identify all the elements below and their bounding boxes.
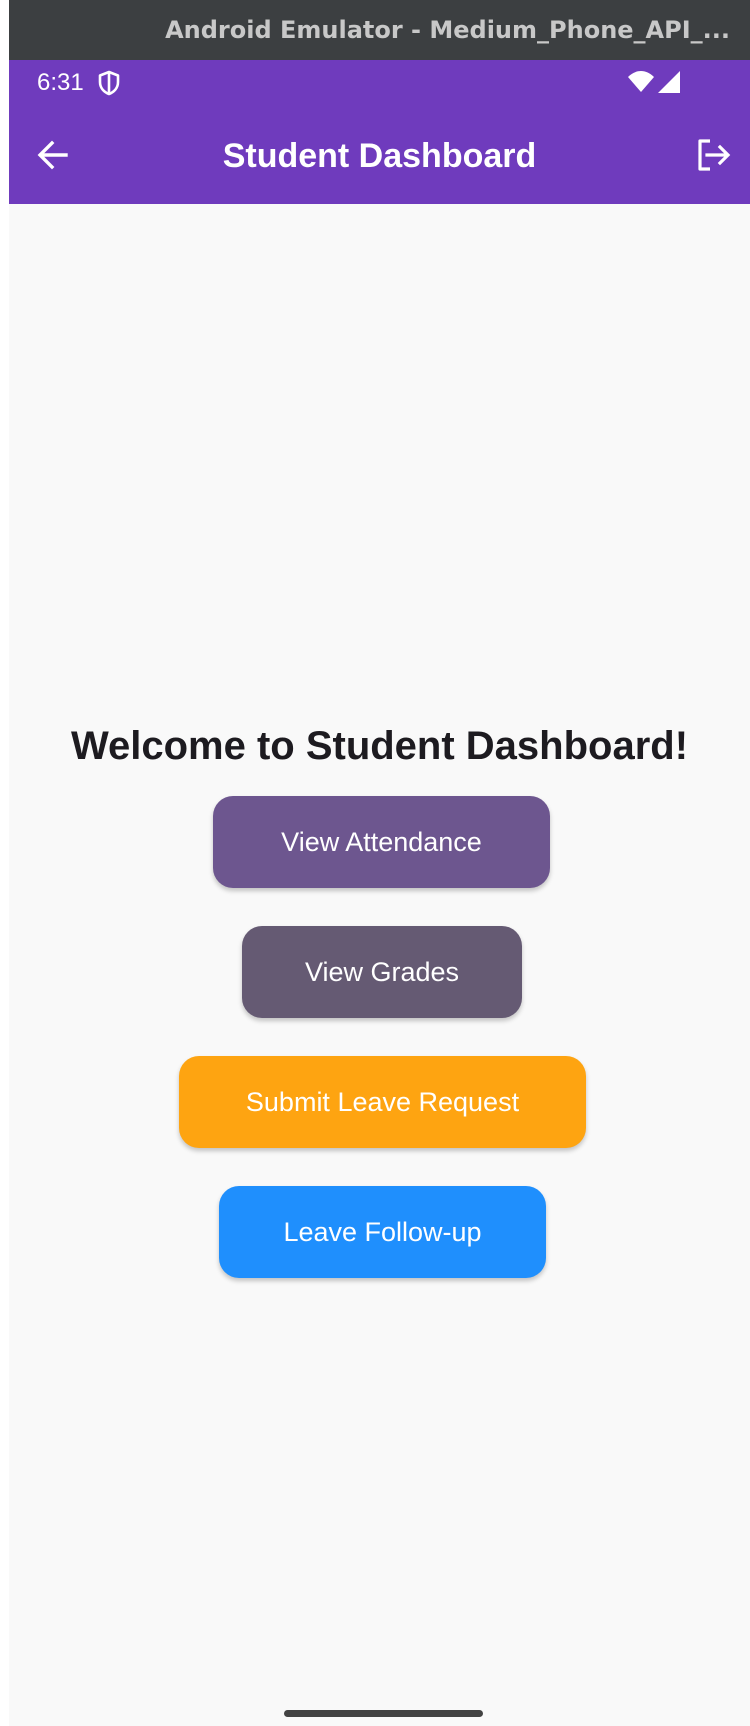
logout-icon — [698, 139, 731, 171]
leave-follow-up-button[interactable]: Leave Follow-up — [219, 1186, 546, 1278]
status-time: 6:31 — [37, 69, 84, 96]
wifi-icon — [628, 71, 654, 92]
status-bar: 6:31 — [9, 60, 750, 106]
emulator-title: Android Emulator - Medium_Phone_API_... — [165, 16, 730, 44]
app-bar: Student Dashboard — [9, 106, 750, 204]
logout-button[interactable] — [689, 131, 737, 179]
view-grades-button[interactable]: View Grades — [242, 926, 522, 1018]
shield-icon — [98, 70, 120, 96]
page-title: Student Dashboard — [222, 137, 537, 175]
screen-frame: Android Emulator - Medium_Phone_API_... … — [0, 0, 750, 1726]
emulator-title-bar: Android Emulator - Medium_Phone_API_... — [9, 0, 750, 60]
welcome-heading: Welcome to Student Dashboard! — [70, 724, 689, 768]
home-indicator[interactable] — [284, 1710, 483, 1717]
phone-screen: 6:31 Student Dashboard Welcome to Studen… — [9, 60, 750, 1726]
view-attendance-button[interactable]: View Attendance — [213, 796, 550, 888]
signal-icon — [658, 71, 680, 93]
submit-leave-request-button[interactable]: Submit Leave Request — [179, 1056, 586, 1148]
